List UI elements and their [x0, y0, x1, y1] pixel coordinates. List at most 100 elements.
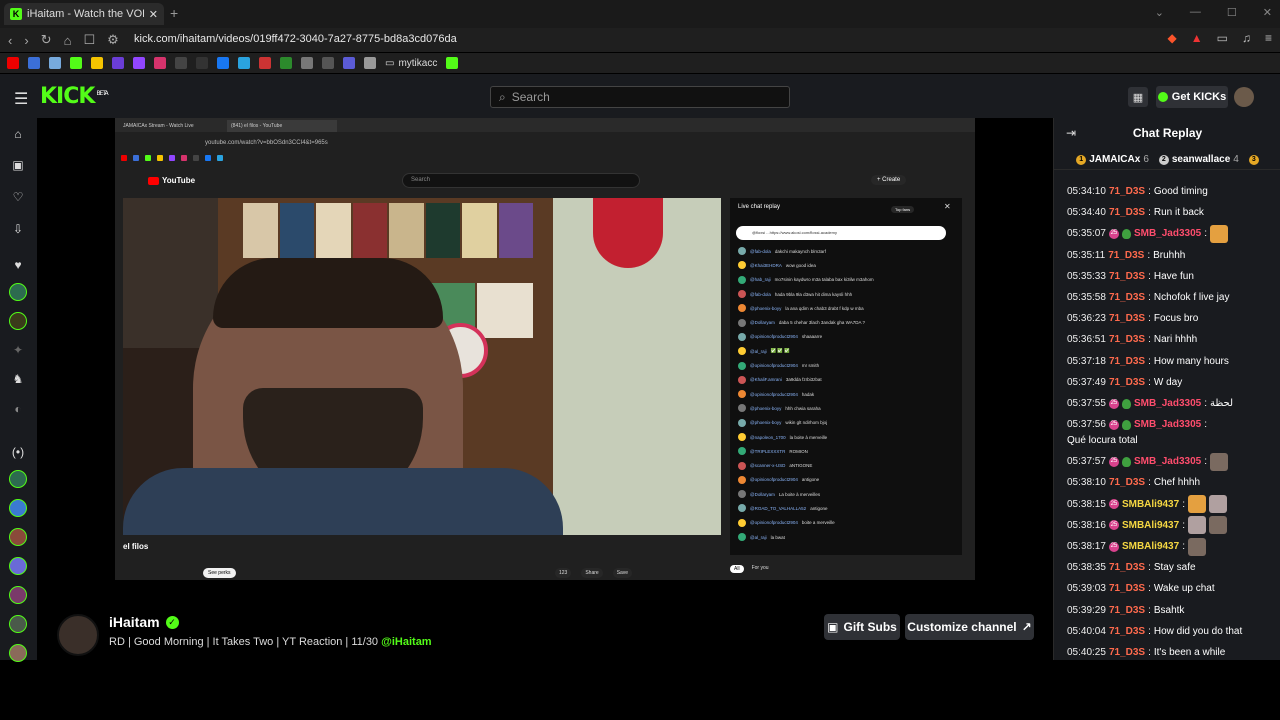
chat-username[interactable]: SMB_Jad3305 [1134, 418, 1201, 431]
telegram-bookmark-icon[interactable] [238, 57, 250, 69]
bookmark-icon-2[interactable] [28, 57, 40, 69]
chat-username[interactable]: 71_D3S [1109, 308, 1145, 329]
chat-username[interactable]: SMBAli9437 [1122, 494, 1179, 515]
chat-emote[interactable] [1209, 452, 1228, 471]
kick-logo[interactable]: KICK BETA [40, 84, 109, 109]
minimize-icon[interactable]: — [1190, 6, 1201, 19]
chat-username[interactable]: SMB_Jad3305 [1134, 393, 1201, 414]
followed-channel-avatar[interactable]: ✦ [9, 341, 27, 359]
chat-username[interactable]: 71_D3S [1109, 557, 1145, 578]
favorite-nav-icon[interactable]: ♥ [9, 256, 27, 274]
user-avatar[interactable] [1234, 87, 1254, 107]
chat-emote[interactable] [1208, 516, 1227, 535]
chat-username[interactable]: 71_D3S [1109, 600, 1145, 621]
chat-username[interactable]: SMB_Jad3305 [1134, 223, 1201, 244]
browser-tab[interactable]: K iHaitam - Watch the VOD on ✕ [4, 3, 164, 25]
reload-icon[interactable]: ↻ [41, 32, 52, 48]
bookmark-icon-17[interactable] [343, 57, 355, 69]
chat-username[interactable]: SMBAli9437 [1122, 536, 1179, 557]
live-channels-icon[interactable]: (•) [9, 443, 27, 461]
url-field[interactable]: kick.com/ihaitam/videos/019ff472-3040-7a… [134, 33, 457, 45]
bookmark-icon-18[interactable] [364, 57, 376, 69]
tab-list-icon[interactable]: ⌄ [1155, 6, 1164, 19]
chat-emote[interactable] [1208, 495, 1227, 514]
forward-icon[interactable]: › [24, 33, 28, 48]
menu-icon[interactable]: ≡ [1265, 31, 1272, 45]
channel-name[interactable]: iHaitam ✓ [109, 614, 179, 630]
chat-username[interactable]: SMBAli9437 [1122, 515, 1179, 536]
tiktok-bookmark-icon[interactable] [175, 57, 187, 69]
twitch-bookmark-icon[interactable] [133, 57, 145, 69]
chat-username[interactable]: 71_D3S [1109, 621, 1145, 642]
live-channel-avatar[interactable] [9, 557, 27, 575]
new-tab-icon[interactable]: + [170, 5, 178, 21]
chat-username[interactable]: 71_D3S [1109, 351, 1145, 372]
sidebar-toggle-icon[interactable]: ▭ [1217, 31, 1228, 45]
channel-mention[interactable]: @iHaitam [381, 636, 431, 648]
customize-channel-button[interactable]: Customize channel ↗ [905, 614, 1034, 640]
dashboard-icon[interactable]: ▦ [1128, 87, 1148, 107]
brave-shield-icon[interactable]: ◆ [1168, 31, 1177, 45]
browse-nav-icon[interactable]: ▣ [9, 156, 27, 174]
x-bookmark-icon[interactable] [196, 57, 208, 69]
site-info-icon[interactable]: ⚙ [107, 32, 119, 48]
live-channel-avatar[interactable] [9, 470, 27, 488]
live-channel-avatar[interactable] [9, 615, 27, 633]
home-nav-icon[interactable]: ⌂ [9, 125, 27, 143]
bookmark-icon-20[interactable] [446, 57, 459, 69]
close-tab-icon[interactable]: ✕ [149, 8, 158, 21]
maximize-icon[interactable]: ☐ [1227, 6, 1237, 19]
following-nav-icon[interactable]: ♡ [9, 188, 27, 206]
chat-username[interactable]: 71_D3S [1109, 372, 1145, 393]
back-icon[interactable]: ‹ [8, 33, 12, 48]
gifter-1[interactable]: 1 JAMAICAx 6 [1076, 154, 1149, 165]
gifter-2[interactable]: 2 seanwallace 4 [1158, 154, 1239, 165]
chat-emote[interactable] [1187, 537, 1206, 556]
live-channel-avatar[interactable] [9, 644, 27, 662]
followed-channel-avatar[interactable] [9, 283, 27, 301]
collapse-chat-icon[interactable]: ⇥ [1066, 126, 1076, 140]
chat-username[interactable]: 71_D3S [1109, 202, 1145, 223]
chat-username[interactable]: 71_D3S [1109, 266, 1145, 287]
rewards-icon[interactable]: ▲ [1191, 31, 1203, 45]
chat-emote[interactable] [1187, 495, 1206, 514]
hamburger-menu-icon[interactable]: ☰ [14, 89, 28, 109]
chat-username[interactable]: 71_D3S [1109, 181, 1145, 202]
live-channel-avatar[interactable] [9, 528, 27, 546]
get-kicks-button[interactable]: Get KICKs [1156, 86, 1228, 108]
followed-channel-avatar[interactable]: ◐ [9, 400, 27, 418]
facebook-bookmark-icon[interactable] [217, 57, 229, 69]
bookmark-icon-14[interactable] [280, 57, 292, 69]
bookmark-icon[interactable]: ☐ [83, 32, 95, 48]
bookmark-folder[interactable]: ▭ mytikacc [385, 58, 437, 69]
chat-username[interactable]: 71_D3S [1109, 578, 1145, 599]
bookmark-icon-13[interactable] [259, 57, 271, 69]
followed-channel-avatar[interactable]: ♞ [9, 370, 27, 388]
creator-nav-icon[interactable]: ⇩ [9, 220, 27, 238]
media-icon[interactable]: ♫ [1242, 31, 1251, 45]
close-window-icon[interactable]: ✕ [1263, 6, 1272, 19]
video-player[interactable]: JAMAICAx Stream - Watch Live (841) el fi… [115, 118, 975, 580]
bookmark-icon-16[interactable] [322, 57, 334, 69]
home-icon[interactable]: ⌂ [64, 33, 72, 48]
bookmark-icon-5[interactable] [91, 57, 103, 69]
chat-emote[interactable] [1187, 516, 1206, 535]
chat-username[interactable]: 71_D3S [1109, 472, 1145, 493]
live-channel-avatar[interactable] [9, 586, 27, 604]
gift-subs-button[interactable]: ▣ Gift Subs [824, 614, 900, 640]
kick-bookmark-icon[interactable] [70, 57, 82, 69]
chat-username[interactable]: 71_D3S [1109, 329, 1145, 350]
live-channel-avatar[interactable] [9, 499, 27, 517]
bookmark-icon-15[interactable] [301, 57, 313, 69]
bookmark-icon-6[interactable] [112, 57, 124, 69]
followed-channel-avatar[interactable] [9, 312, 27, 330]
youtube-bookmark-icon[interactable] [7, 57, 19, 69]
channel-avatar[interactable] [57, 614, 99, 656]
chat-username[interactable]: 71_D3S [1109, 287, 1145, 308]
search-input[interactable]: ⌕ Search [490, 86, 790, 108]
bookmark-icon-3[interactable] [49, 57, 61, 69]
chat-username[interactable]: SMB_Jad3305 [1134, 451, 1201, 472]
chat-username[interactable]: 71_D3S [1109, 642, 1145, 660]
chat-emote[interactable] [1209, 225, 1228, 243]
chat-username[interactable]: 71_D3S [1108, 245, 1144, 266]
